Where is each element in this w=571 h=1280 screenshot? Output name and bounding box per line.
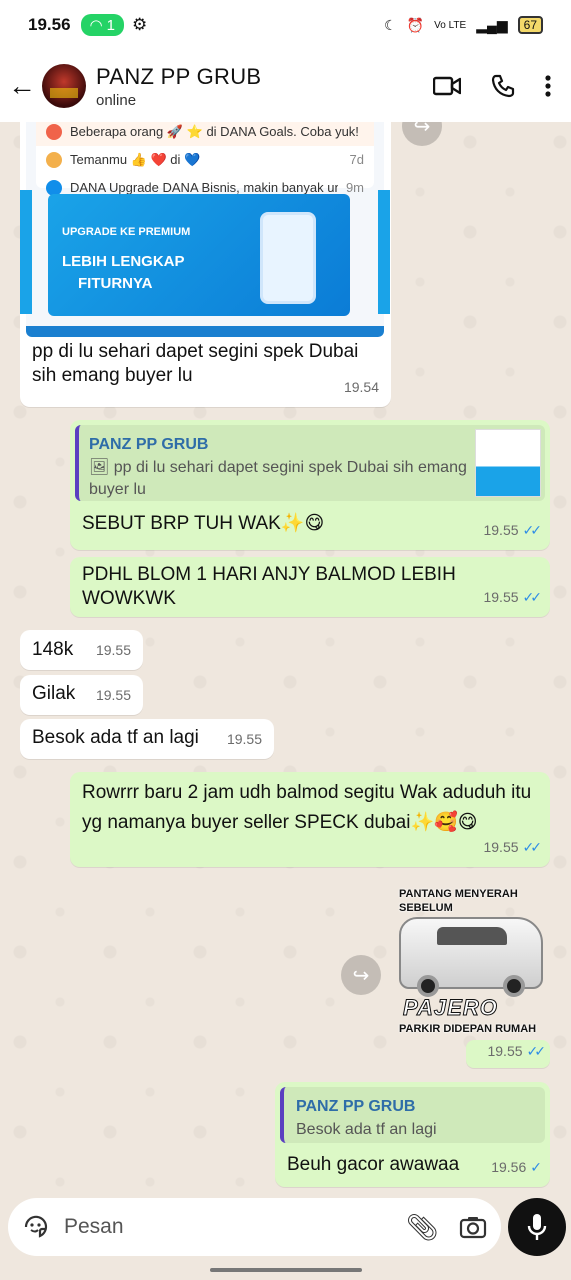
- message-meta: 19.54: [343, 379, 379, 395]
- gesture-nav-handle[interactable]: [210, 1268, 362, 1272]
- video-call-icon[interactable]: [433, 75, 461, 97]
- quote-sender: PANZ PP GRUB: [89, 436, 209, 453]
- message-meta: 19.55 ✓✓: [487, 1039, 547, 1063]
- header-text[interactable]: PANZ PP GRUB online: [96, 64, 261, 109]
- chat-title: PANZ PP GRUB: [96, 63, 262, 89]
- quoted-message[interactable]: PANZ PP GRUB Besok ada tf an lagi: [280, 1087, 545, 1143]
- message-text: pp di lu sehari dapet segini spek Dubai …: [32, 341, 359, 386]
- more-menu-icon[interactable]: [545, 74, 551, 98]
- group-avatar[interactable]: [42, 64, 86, 108]
- avatar-icon: [46, 152, 62, 168]
- message-text: 148k: [32, 639, 74, 660]
- gear-icon: ⚙: [131, 15, 148, 34]
- banner-chip: UPGRADE KE PREMIUM: [62, 226, 191, 238]
- emoji-sticker-icon[interactable]: [22, 1213, 50, 1241]
- wheel-icon: [417, 975, 439, 997]
- banner-footer: [26, 326, 384, 337]
- sticker-brand: PAJERO: [403, 995, 498, 1021]
- notification-row: Temanmu 👍 ❤️ di 💙 7d: [36, 146, 374, 174]
- message-outgoing-reply[interactable]: PANZ PP GRUB 🖼 pp di lu sehari dapet seg…: [70, 420, 550, 550]
- chat-header: ← PANZ PP GRUB online: [0, 50, 571, 122]
- message-outgoing[interactable]: Rowrrr baru 2 jam udh balmod segitu Wak …: [70, 772, 550, 867]
- status-bar: 19.56 ◠ 1 ⚙ ☾ ⏰ Vo LTE ▂▄▆ 67: [0, 0, 571, 50]
- message-text: PDHL BLOM 1 HARI ANJY BALMOD LEBIH WOWKW…: [82, 564, 456, 609]
- premium-banner: UPGRADE KE PREMIUM LEBIH LENGKAP FITURNY…: [48, 194, 350, 316]
- delivered-tick-icon: ✓: [530, 1159, 542, 1175]
- header-actions: [433, 74, 551, 98]
- phone-illustration: [260, 212, 316, 304]
- read-ticks-icon: ✓✓: [522, 589, 543, 605]
- message-text: Beuh gacor awawaa: [287, 1154, 460, 1175]
- message-text: Rowrrr baru 2 jam udh balmod segitu Wak …: [82, 782, 532, 833]
- mic-button[interactable]: [508, 1198, 566, 1256]
- quoted-message[interactable]: PANZ PP GRUB 🖼 pp di lu sehari dapet seg…: [75, 425, 545, 501]
- quote-thumbnail: [475, 429, 541, 497]
- banner-line2: FITURNYA: [78, 275, 153, 292]
- sticker-text-bottom: PARKIR DIDEPAN RUMAH: [399, 1023, 537, 1035]
- message-incoming[interactable]: Besok ada tf an lagi 19.55: [20, 719, 274, 759]
- sticker-text-top: PANTANG MENYERAH SEBELUM: [399, 888, 518, 914]
- status-time: 19.56: [28, 15, 71, 34]
- banner-edge-left: [20, 190, 32, 314]
- shared-image[interactable]: Beberapa orang 🚀 ⭐ di DANA Goals. Coba y…: [20, 122, 390, 337]
- quote-text: 🖼 pp di lu sehari dapet segini spek Duba…: [89, 459, 467, 498]
- message-incoming[interactable]: 148k 19.55: [20, 630, 143, 670]
- read-ticks-icon: ✓✓: [526, 1043, 547, 1059]
- attach-icon[interactable]: 📎︎: [406, 1212, 439, 1243]
- phone-icon[interactable]: [491, 74, 515, 98]
- forward-icon[interactable]: ↪: [341, 955, 381, 995]
- message-outgoing[interactable]: PDHL BLOM 1 HARI ANJY BALMOD LEBIH WOWKW…: [70, 557, 550, 617]
- wheel-icon: [503, 975, 525, 997]
- message-meta: 19.55 ✓✓: [483, 518, 543, 542]
- banner-edge-right: [378, 190, 390, 314]
- volte-icon: Vo LTE: [434, 19, 467, 31]
- signal-icon: ▂▄▆: [476, 16, 508, 33]
- forward-icon[interactable]: ↪: [402, 122, 442, 146]
- back-arrow-icon[interactable]: ←: [2, 70, 42, 102]
- alarm-icon: ⏰: [406, 16, 425, 33]
- moon-icon: ☾: [384, 16, 397, 33]
- quote-text: Besok ada tf an lagi: [296, 1121, 437, 1138]
- message-incoming[interactable]: Gilak 19.55: [20, 675, 143, 715]
- hotspot-badge: ◠ 1: [80, 14, 124, 36]
- message-text: Gilak: [32, 683, 76, 704]
- sticker-meta-chip: 19.55 ✓✓: [466, 1040, 550, 1068]
- notification-list: Beberapa orang 🚀 ⭐ di DANA Goals. Coba y…: [36, 122, 374, 196]
- chat-area[interactable]: Beberapa orang 🚀 ⭐ di DANA Goals. Coba y…: [0, 122, 571, 1192]
- notification-row: Beberapa orang 🚀 ⭐ di DANA Goals. Coba y…: [36, 122, 374, 146]
- camera-icon[interactable]: [459, 1215, 487, 1239]
- message-outgoing-reply[interactable]: PANZ PP GRUB Besok ada tf an lagi Beuh g…: [275, 1082, 550, 1187]
- composer: 📎︎: [8, 1198, 501, 1256]
- message-meta: 19.55: [226, 731, 262, 747]
- microphone-icon: [527, 1214, 547, 1240]
- read-ticks-icon: ✓✓: [522, 839, 543, 855]
- message-meta: 19.55 ✓✓: [483, 585, 543, 609]
- message-input[interactable]: [64, 1215, 406, 1239]
- quote-sender: PANZ PP GRUB: [296, 1098, 416, 1115]
- read-ticks-icon: ✓✓: [522, 522, 543, 538]
- car-window: [437, 927, 507, 945]
- status-icons: ☾ ⏰ Vo LTE ▂▄▆ 67: [384, 16, 543, 34]
- battery-icon: 67: [517, 16, 543, 34]
- message-meta: 19.55: [95, 642, 131, 658]
- target-icon: [46, 124, 62, 140]
- banner-line1: LEBIH LENGKAP: [62, 253, 185, 270]
- message-text: Besok ada tf an lagi: [32, 727, 199, 748]
- car-illustration: [399, 917, 543, 997]
- message-meta: 19.55: [95, 687, 131, 703]
- composer-bar: 📎︎: [0, 1192, 571, 1262]
- message-incoming-image[interactable]: Beberapa orang 🚀 ⭐ di DANA Goals. Coba y…: [20, 122, 391, 407]
- sticker-message[interactable]: PANTANG MENYERAH SEBELUM PAJERO PARKIR D…: [395, 887, 547, 1037]
- chat-status: online: [96, 91, 137, 109]
- message-meta: 19.55 ✓✓: [483, 835, 543, 859]
- message-meta: 19.56 ✓: [491, 1155, 542, 1179]
- message-text: SEBUT BRP TUH WAK✨😋: [82, 513, 325, 534]
- hotspot-icon: ◠: [89, 17, 103, 34]
